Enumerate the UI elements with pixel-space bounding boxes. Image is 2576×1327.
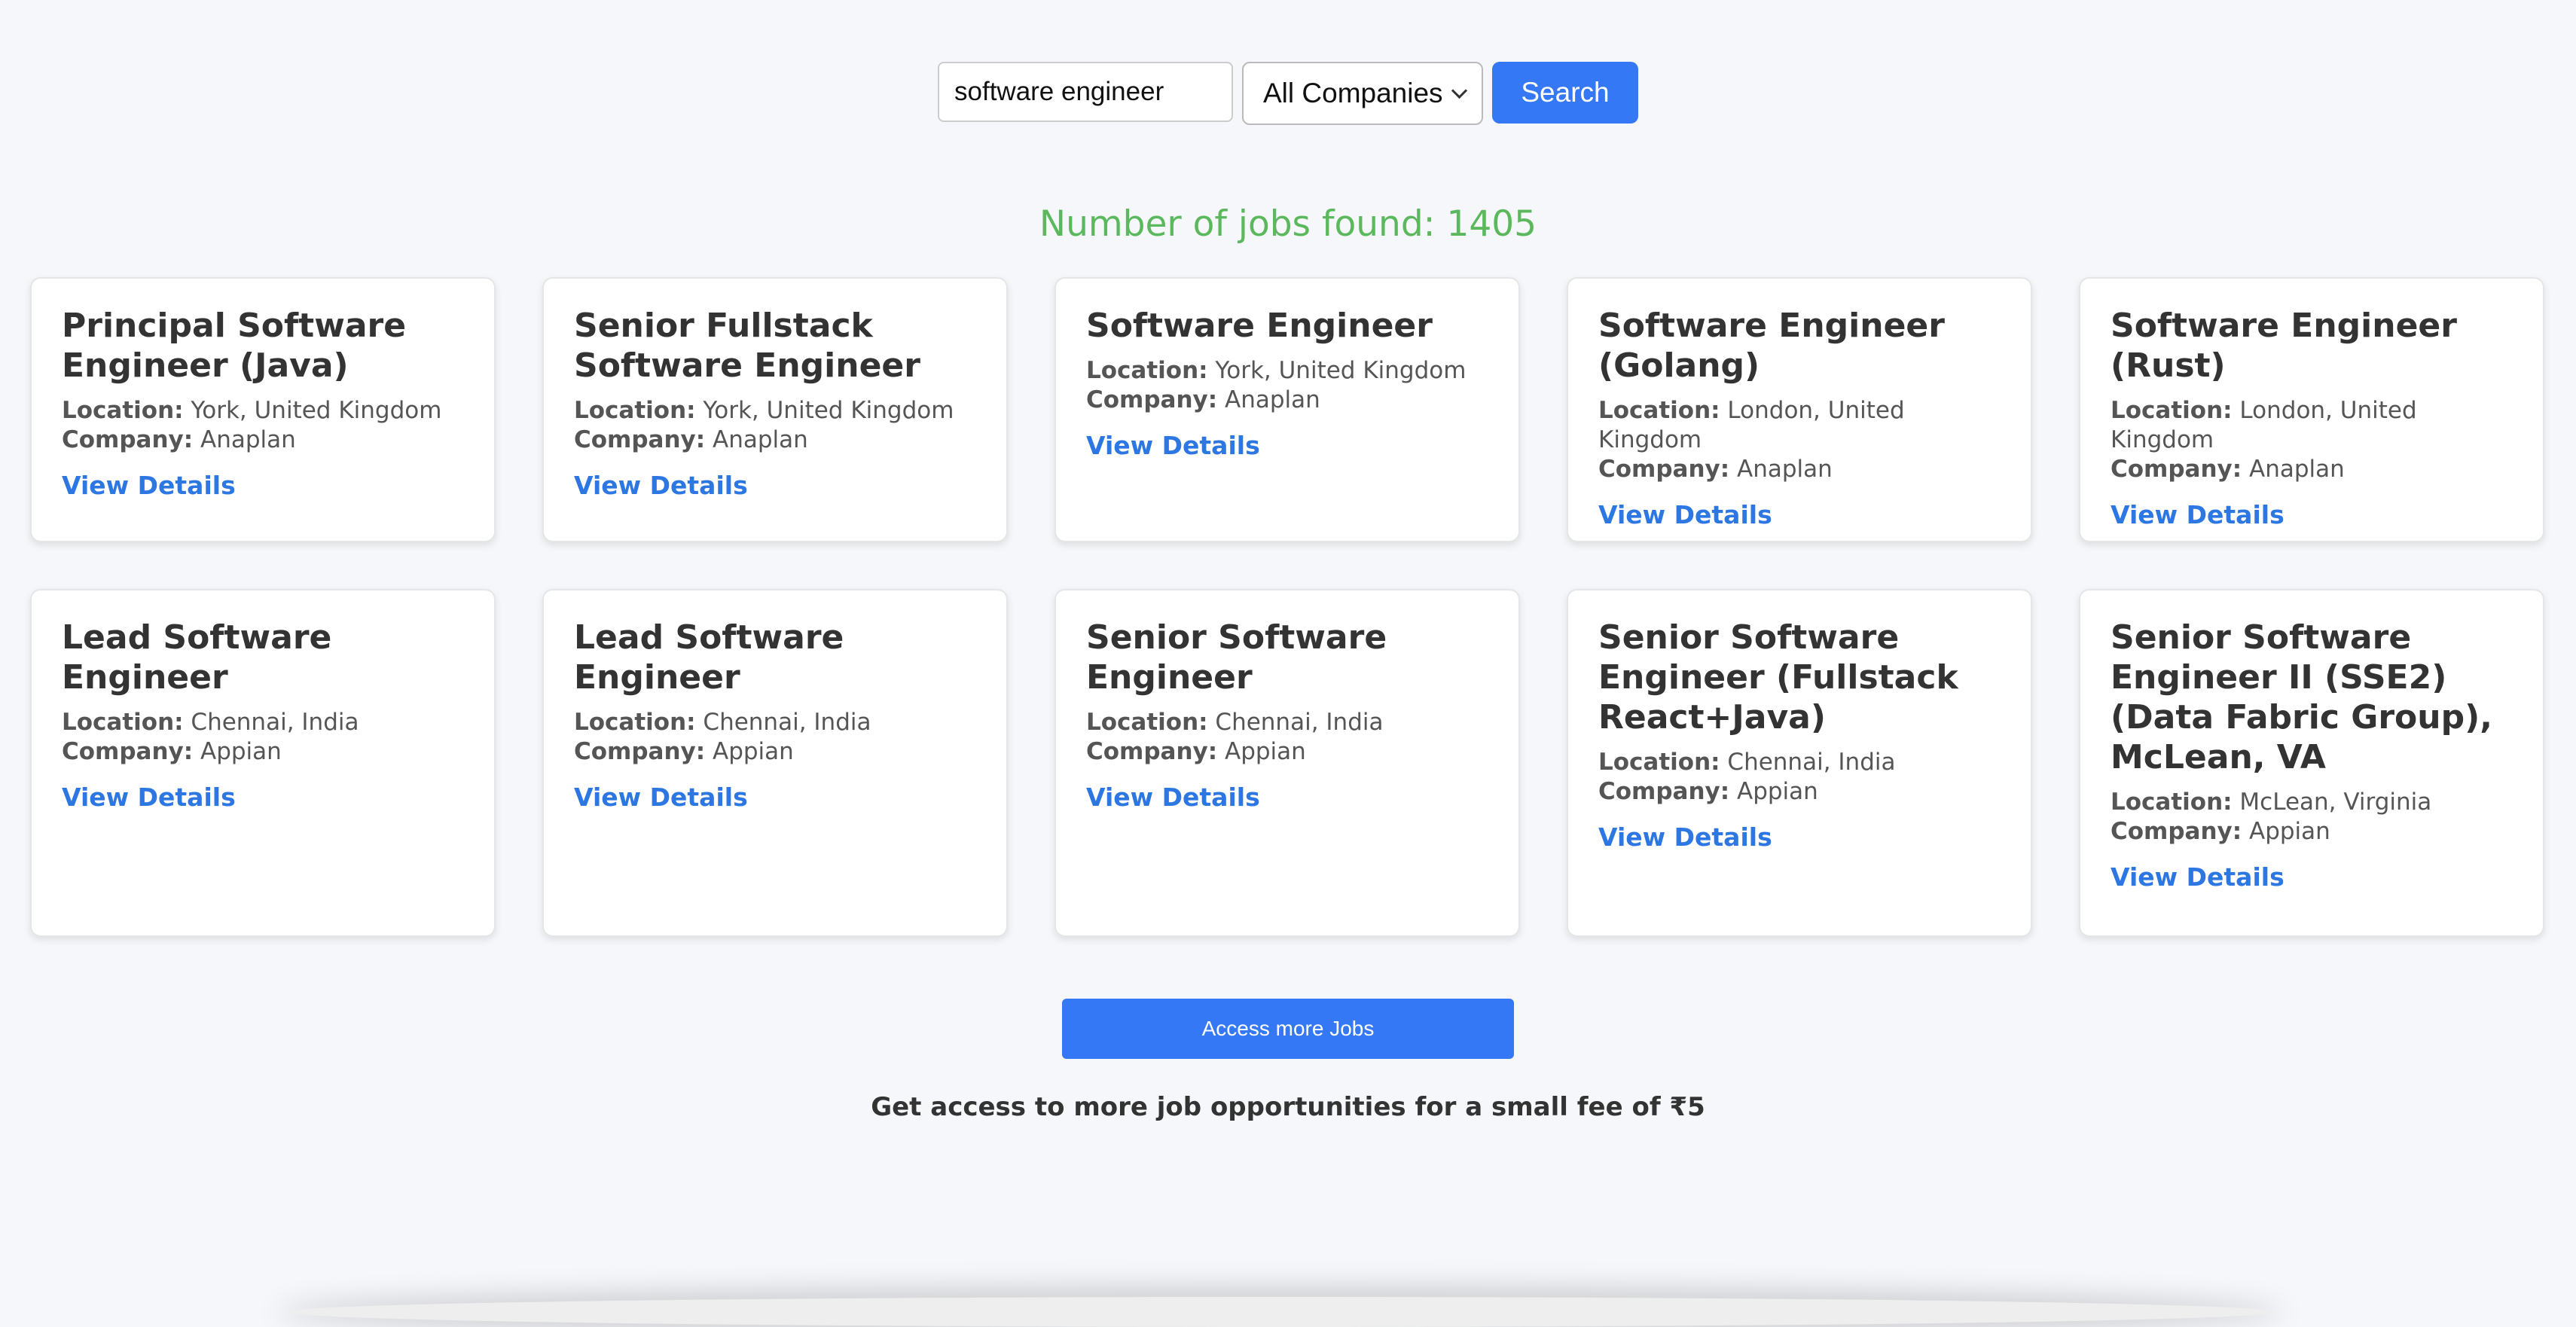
job-company: Company: Appian bbox=[1086, 737, 1490, 767]
location-value: York, United Kingdom bbox=[1215, 357, 1467, 384]
job-card: Principal Software Engineer (Java) Locat… bbox=[30, 277, 496, 542]
job-title: Principal Software Engineer (Java) bbox=[62, 307, 407, 385]
view-details-link[interactable]: View Details bbox=[62, 782, 236, 813]
company-value: Appian bbox=[2249, 818, 2330, 845]
job-card: Senior Fullstack Software Engineer Locat… bbox=[542, 277, 1008, 542]
company-value: Anaplan bbox=[2249, 456, 2345, 483]
job-card: Senior Software Engineer II (SSE2) (Data… bbox=[2079, 589, 2544, 937]
company-label: Company: bbox=[2111, 456, 2242, 483]
view-details-link[interactable]: View Details bbox=[574, 470, 748, 502]
job-title: Software Engineer (Rust) bbox=[2111, 307, 2457, 385]
company-label: Company: bbox=[62, 738, 194, 765]
company-label: Company: bbox=[62, 426, 194, 453]
location-value: Chennai, India bbox=[1215, 709, 1384, 736]
job-card: Lead Software Engineer Location: Chennai… bbox=[542, 589, 1008, 937]
job-company: Company: Appian bbox=[62, 737, 465, 767]
company-label: Company: bbox=[1086, 738, 1218, 765]
company-value: Anaplan bbox=[1737, 456, 1833, 483]
job-title: Senior Software Engineer bbox=[1086, 618, 1387, 697]
location-label: Location: bbox=[1598, 397, 1720, 424]
location-value: McLean, Virginia bbox=[2239, 789, 2432, 816]
job-location: Location: London, United Kingdom bbox=[1598, 396, 2002, 455]
job-company: Company: Anaplan bbox=[574, 426, 978, 455]
company-label: Company: bbox=[1598, 456, 1730, 483]
jobs-grid: Principal Software Engineer (Java) Locat… bbox=[30, 277, 2546, 937]
job-company: Company: Anaplan bbox=[62, 426, 465, 455]
location-label: Location: bbox=[62, 397, 184, 424]
job-location: Location: McLean, Virginia bbox=[2111, 788, 2514, 817]
company-value: Appian bbox=[1225, 738, 1306, 765]
job-company: Company: Anaplan bbox=[2111, 455, 2514, 484]
job-title: Lead Software Engineer bbox=[62, 618, 332, 697]
company-label: Company: bbox=[574, 426, 706, 453]
job-location: Location: Chennai, India bbox=[574, 708, 978, 737]
location-label: Location: bbox=[2111, 789, 2233, 816]
location-value: Chennai, India bbox=[191, 709, 359, 736]
job-location: Location: London, United Kingdom bbox=[2111, 396, 2514, 455]
job-title: Senior Software Engineer (Fullstack Reac… bbox=[1598, 618, 1958, 737]
company-label: Company: bbox=[1598, 778, 1730, 805]
location-value: York, United Kingdom bbox=[191, 397, 442, 424]
job-title: Senior Software Engineer II (SSE2) (Data… bbox=[2111, 618, 2492, 776]
job-location: Location: Chennai, India bbox=[62, 708, 465, 737]
chevron-down-icon bbox=[1451, 82, 1468, 99]
view-details-link[interactable]: View Details bbox=[1598, 822, 1772, 853]
job-card: Senior Software Engineer Location: Chenn… bbox=[1055, 589, 1520, 937]
job-location: Location: Chennai, India bbox=[1598, 748, 2002, 777]
job-company: Company: Appian bbox=[1598, 777, 2002, 807]
view-details-link[interactable]: View Details bbox=[1086, 430, 1260, 462]
job-location: Location: Chennai, India bbox=[1086, 708, 1490, 737]
job-company: Company: Anaplan bbox=[1598, 455, 2002, 484]
job-location: Location: York, United Kingdom bbox=[574, 396, 978, 426]
job-company: Company: Appian bbox=[574, 737, 978, 767]
fee-text: Get access to more job opportunities for… bbox=[871, 1092, 1705, 1122]
jobs-count: Number of jobs found: 1405 bbox=[1039, 203, 1537, 245]
job-title: Software Engineer (Golang) bbox=[1598, 307, 1945, 385]
job-card: Senior Software Engineer (Fullstack Reac… bbox=[1567, 589, 2032, 937]
search-input[interactable] bbox=[938, 62, 1233, 122]
location-value: Chennai, India bbox=[703, 709, 871, 736]
job-title: Software Engineer bbox=[1086, 307, 1433, 345]
job-title: Lead Software Engineer bbox=[574, 618, 844, 697]
view-details-link[interactable]: View Details bbox=[1086, 782, 1260, 813]
company-value: Anaplan bbox=[713, 426, 808, 453]
view-details-link[interactable]: View Details bbox=[2111, 862, 2285, 893]
job-company: Company: Anaplan bbox=[1086, 386, 1490, 415]
company-label: Company: bbox=[574, 738, 706, 765]
company-label: Company: bbox=[1086, 386, 1218, 413]
company-value: Anaplan bbox=[200, 426, 296, 453]
location-label: Location: bbox=[1086, 709, 1208, 736]
location-label: Location: bbox=[1598, 749, 1720, 776]
company-value: Anaplan bbox=[1225, 386, 1320, 413]
view-details-link[interactable]: View Details bbox=[2111, 499, 2285, 531]
job-card: Software Engineer Location: York, United… bbox=[1055, 277, 1520, 542]
job-title: Senior Fullstack Software Engineer bbox=[574, 307, 920, 385]
view-details-link[interactable]: View Details bbox=[62, 470, 236, 502]
location-label: Location: bbox=[574, 397, 696, 424]
location-value: Chennai, India bbox=[1727, 749, 1896, 776]
search-bar: All Companies Search bbox=[0, 62, 2576, 125]
location-label: Location: bbox=[2111, 397, 2233, 424]
access-more-jobs-button[interactable]: Access more Jobs bbox=[1062, 999, 1514, 1059]
location-label: Location: bbox=[1086, 357, 1208, 384]
job-company: Company: Appian bbox=[2111, 817, 2514, 847]
location-value: York, United Kingdom bbox=[703, 397, 954, 424]
location-label: Location: bbox=[574, 709, 696, 736]
job-location: Location: York, United Kingdom bbox=[1086, 356, 1490, 386]
location-label: Location: bbox=[62, 709, 184, 736]
search-button[interactable]: Search bbox=[1492, 62, 1638, 124]
job-location: Location: York, United Kingdom bbox=[62, 396, 465, 426]
company-value: Appian bbox=[713, 738, 794, 765]
bottom-panel-edge bbox=[286, 1297, 2275, 1327]
company-value: Appian bbox=[1737, 778, 1818, 805]
job-card: Software Engineer (Golang) Location: Lon… bbox=[1567, 277, 2032, 542]
company-select-value: All Companies bbox=[1263, 78, 1443, 108]
job-card: Lead Software Engineer Location: Chennai… bbox=[30, 589, 496, 937]
view-details-link[interactable]: View Details bbox=[574, 782, 748, 813]
company-value: Appian bbox=[200, 738, 282, 765]
view-details-link[interactable]: View Details bbox=[1598, 499, 1772, 531]
company-select[interactable]: All Companies bbox=[1242, 62, 1483, 125]
company-label: Company: bbox=[2111, 818, 2242, 845]
job-card: Software Engineer (Rust) Location: Londo… bbox=[2079, 277, 2544, 542]
